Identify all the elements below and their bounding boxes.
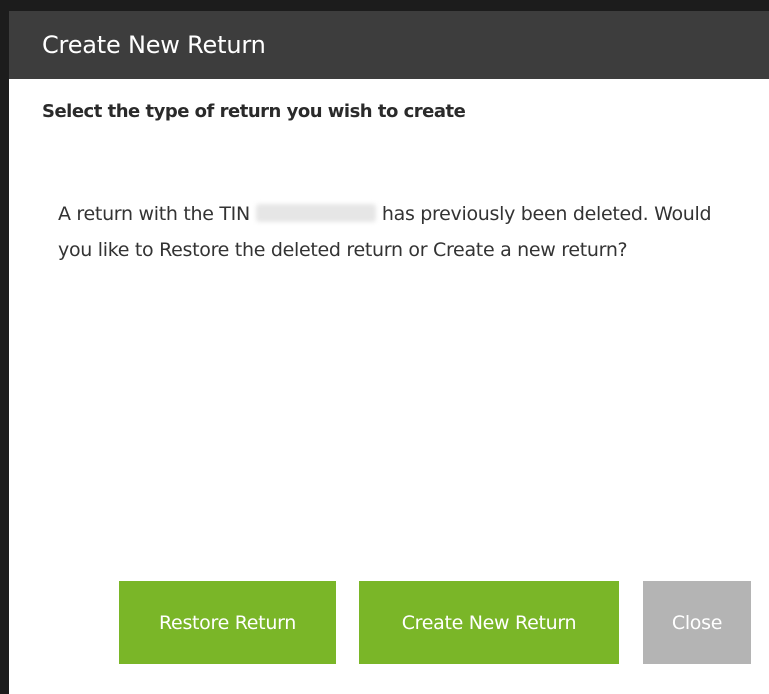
dialog-subheading: Select the type of return you wish to cr… [42, 101, 466, 122]
redacted-tin-value [255, 204, 376, 222]
message-text-before-tin: A return with the TIN [58, 203, 250, 225]
dialog-title-bar: Create New Return [9, 11, 769, 79]
dialog-message: A return with the TIN has previously been… [58, 196, 718, 268]
close-button[interactable]: Close [643, 581, 751, 664]
restore-return-button[interactable]: Restore Return [119, 581, 336, 664]
dialog-top-border [0, 0, 769, 11]
dialog-left-border [0, 0, 9, 694]
create-new-return-dialog: Create New Return Select the type of ret… [0, 0, 769, 694]
dialog-title: Create New Return [42, 31, 266, 59]
create-new-return-button[interactable]: Create New Return [359, 581, 619, 664]
